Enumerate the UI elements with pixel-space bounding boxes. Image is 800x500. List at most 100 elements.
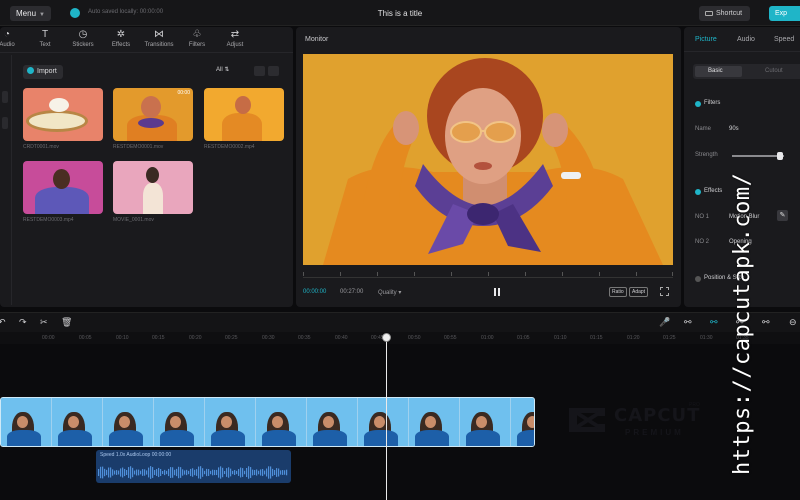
- wave-bar: [138, 469, 140, 476]
- tool-label: Filters: [188, 42, 206, 48]
- ruler-label: 01:10: [554, 335, 567, 341]
- adapt-button[interactable]: Adapt: [629, 287, 649, 297]
- tool-label: Effects: [111, 42, 131, 48]
- wave-bar: [102, 466, 104, 479]
- scrub-tick: [672, 272, 673, 276]
- basic-cutout-switch: Basic Cutout: [693, 64, 800, 79]
- side-nav-item[interactable]: [2, 117, 8, 129]
- tool-effects[interactable]: ✲ Effects: [102, 29, 140, 50]
- video-clip[interactable]: [0, 397, 535, 447]
- wave-bar: [238, 469, 240, 476]
- wave-bar: [134, 470, 136, 475]
- wave-bar: [196, 469, 198, 476]
- filters-toggle[interactable]: [695, 101, 701, 107]
- media-thumbnail[interactable]: [23, 161, 103, 214]
- tool-stickers[interactable]: ◷ Stickers: [64, 29, 102, 50]
- wave-bar: [212, 469, 214, 476]
- link-icon[interactable]: ⚯: [684, 317, 692, 327]
- strength-slider[interactable]: [732, 152, 784, 160]
- basic-segment[interactable]: Basic: [695, 66, 742, 77]
- media-name: RESTDEMO0002.mp4: [204, 144, 255, 150]
- tool-audio[interactable]: ◔ Audio: [0, 29, 26, 50]
- tool-label: Stickers: [72, 42, 94, 48]
- media-thumbnail[interactable]: [23, 88, 103, 141]
- wave-bar: [158, 467, 160, 478]
- wave-bar: [100, 466, 102, 479]
- scrub-tick: [377, 272, 378, 276]
- wave-bar: [240, 467, 242, 478]
- tool-text[interactable]: T Text: [26, 29, 64, 50]
- scrub-tick: [340, 272, 341, 276]
- wave-bar: [230, 468, 232, 477]
- grid-view-icon[interactable]: [268, 66, 279, 76]
- effects-toggle[interactable]: [695, 189, 701, 195]
- preview-canvas[interactable]: [303, 54, 673, 265]
- wave-bar: [186, 469, 188, 476]
- wave-bar: [224, 470, 226, 475]
- edit-icon[interactable]: ✎: [777, 210, 788, 221]
- wave-bar: [218, 467, 220, 478]
- tab-speed[interactable]: Speed: [774, 36, 794, 43]
- wave-bar: [172, 467, 174, 478]
- delete-icon[interactable]: 🗑: [61, 317, 72, 327]
- playhead-handle[interactable]: [382, 333, 391, 342]
- wave-bar: [284, 470, 286, 475]
- playhead-line[interactable]: [386, 334, 387, 500]
- tool-adjust[interactable]: ⇄ Adjust: [216, 29, 254, 50]
- scrub-tick: [451, 272, 452, 276]
- media-thumbnail[interactable]: 00:00: [113, 88, 193, 141]
- cutout-segment[interactable]: Cutout: [765, 68, 783, 74]
- wave-bar: [116, 470, 118, 475]
- wave-bar: [112, 469, 114, 476]
- video-frame: [154, 398, 205, 446]
- wave-bar: [280, 470, 282, 475]
- effect-index: NO 2: [695, 239, 710, 245]
- wave-bar: [244, 470, 246, 475]
- undo-icon[interactable]: ↶: [0, 317, 6, 327]
- redo-icon[interactable]: ↷: [19, 317, 27, 327]
- preview-scrubber[interactable]: [303, 272, 673, 278]
- stickers-icon: ◷: [78, 29, 88, 40]
- media-thumbnail[interactable]: [204, 88, 284, 141]
- wave-bar: [206, 468, 208, 477]
- zoom-icon[interactable]: ⊖: [789, 317, 797, 327]
- tab-picture[interactable]: Picture: [695, 36, 717, 43]
- wave-bar: [204, 470, 206, 475]
- quality-dropdown[interactable]: Quality ▾: [378, 289, 401, 296]
- wave-bar: [214, 469, 216, 476]
- tool-filters[interactable]: ♧ Filters: [178, 29, 216, 50]
- microphone-icon[interactable]: 🎤: [659, 317, 670, 327]
- fullscreen-icon[interactable]: [660, 287, 669, 296]
- wave-bar: [232, 470, 234, 475]
- timeline-ruler[interactable]: 00:00 00:05 00:10 00:15 00:20 00:25 00:3…: [0, 332, 800, 344]
- position-toggle[interactable]: [695, 276, 701, 282]
- magnet-icon[interactable]: ⚯: [710, 317, 718, 327]
- shortcut-button[interactable]: Shortcut: [699, 6, 750, 21]
- media-thumbnail[interactable]: [113, 161, 193, 214]
- menu-button[interactable]: Menu ▼: [10, 6, 51, 21]
- tool-transitions[interactable]: ⋈ Transitions: [140, 29, 178, 50]
- audio-clip[interactable]: Speed 1.0x AudioLoop 00:00:00: [96, 450, 291, 483]
- filter-all-dropdown[interactable]: All ⇅: [216, 66, 229, 73]
- audio-icon: ◔: [3, 29, 11, 40]
- project-title[interactable]: This is a title: [360, 9, 440, 18]
- wave-bar: [222, 467, 224, 478]
- ratio-button[interactable]: Ratio: [609, 287, 627, 297]
- ruler-label: 00:05: [79, 335, 92, 341]
- side-nav-item[interactable]: [2, 91, 8, 103]
- split-icon[interactable]: ✂: [40, 317, 48, 327]
- scrub-tick: [414, 272, 415, 276]
- export-button[interactable]: Exp: [769, 6, 800, 21]
- import-button[interactable]: Import: [23, 65, 63, 79]
- wave-bar: [164, 469, 166, 476]
- wave-bar: [252, 469, 254, 476]
- slider-handle[interactable]: [777, 152, 783, 160]
- list-view-icon[interactable]: [254, 66, 265, 76]
- wave-bar: [188, 470, 190, 475]
- pause-button[interactable]: [494, 288, 501, 296]
- preview-axis-icon[interactable]: ⚯: [762, 317, 770, 327]
- wave-bar: [208, 469, 210, 476]
- figure-body: [143, 183, 163, 214]
- transitions-icon: ⋈: [154, 29, 164, 40]
- tab-audio[interactable]: Audio: [737, 36, 755, 43]
